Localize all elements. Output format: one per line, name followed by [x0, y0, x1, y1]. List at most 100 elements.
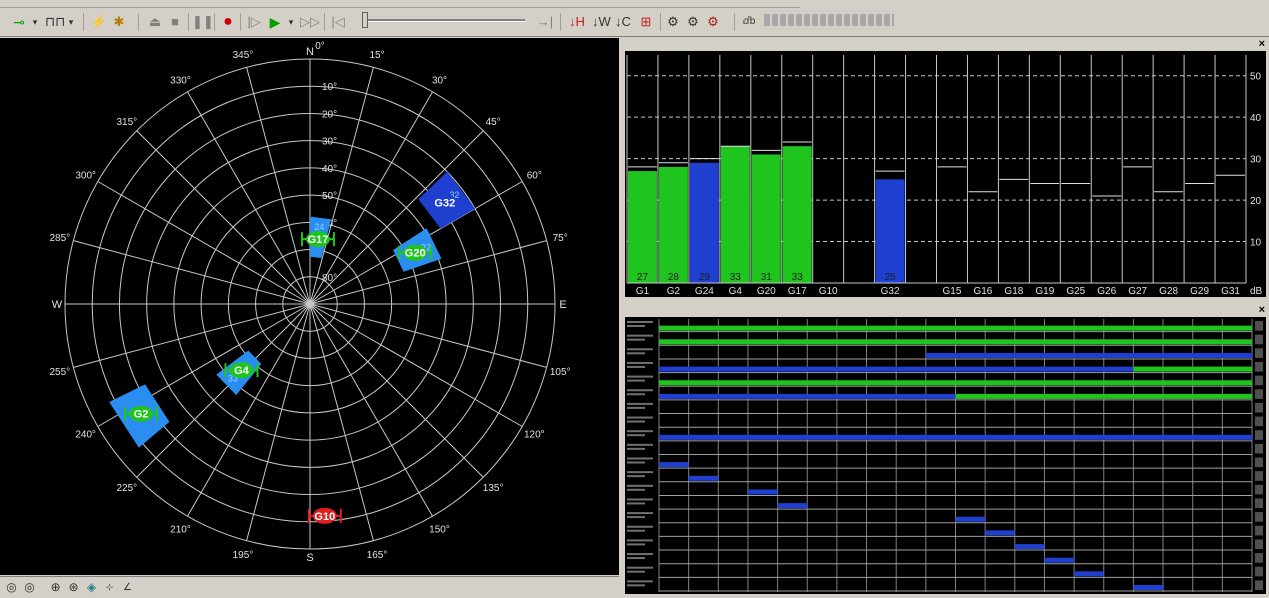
time-icon[interactable]: ↓C — [614, 12, 632, 32]
track-row-marker — [1255, 484, 1263, 495]
snr-satellite-label: G31 — [1221, 286, 1240, 297]
satellite-icon[interactable]: ◈ — [84, 580, 99, 595]
signal-dropdown-icon[interactable]: ▾ — [30, 12, 40, 32]
toolbar-separator — [240, 13, 241, 31]
track-segment — [1133, 366, 1252, 372]
waveform-dropdown-icon[interactable]: ▾ — [66, 12, 76, 32]
gear-icon[interactable]: ⚙ — [664, 12, 682, 32]
record-icon[interactable]: ● — [219, 12, 237, 32]
view-circle-icon[interactable]: ◎ — [22, 580, 37, 595]
width-icon[interactable]: ↓W — [592, 12, 611, 32]
snr-y-tick: 20 — [1250, 196, 1262, 207]
play-icon[interactable]: ▶ — [266, 12, 284, 32]
satellite-G10: G10 — [307, 507, 342, 524]
azimuth-label: 195° — [233, 550, 254, 561]
heading-icon[interactable]: ↓H — [568, 12, 586, 32]
snr-chart: 27 G1 28 G2 29 G24 33 G4 31 G20 33 G17 G10 25 G32 G15 G1… — [626, 55, 1263, 297]
snr-value-label: 25 — [885, 272, 897, 283]
wand-icon[interactable]: ⚡ — [90, 12, 108, 32]
clear-icon[interactable]: ✱ — [110, 12, 128, 32]
angle-icon[interactable]: ∠ — [120, 580, 135, 595]
snr-value-label: 33 — [792, 272, 804, 283]
end-icon[interactable]: →| — [536, 12, 554, 32]
track-row-marker — [1255, 566, 1263, 577]
playback-slider[interactable] — [362, 19, 525, 22]
snr-satellite-label: G26 — [1097, 286, 1116, 297]
gear-2-icon[interactable]: ⚙ — [684, 12, 702, 32]
cardinal-w-label: W — [52, 299, 63, 311]
track-row-marker — [1255, 525, 1263, 536]
snr-bar — [658, 166, 688, 283]
view-rings-icon[interactable]: ◎ — [4, 580, 19, 595]
direction-icon[interactable]: ⊹ — [102, 580, 117, 595]
track-row-marker — [1255, 457, 1263, 468]
azimuth-spoke — [136, 130, 311, 305]
track-row-label — [627, 321, 653, 323]
top-toolbar-strip — [0, 0, 800, 8]
azimuth-label: 240° — [75, 430, 96, 441]
snr-satellite-label: G18 — [1004, 286, 1023, 297]
status-icon[interactable]: ⅆb — [740, 12, 758, 32]
tracking-chart — [627, 319, 1263, 592]
track-row-label — [627, 443, 653, 446]
azimuth-label: 60° — [527, 171, 542, 182]
track-row-label — [627, 416, 653, 419]
close-icon[interactable]: × — [1259, 38, 1265, 50]
compass-icon[interactable]: ⊛ — [66, 580, 81, 595]
track-segment — [1133, 585, 1164, 590]
close-icon[interactable]: × — [1259, 304, 1265, 316]
track-row-label — [627, 393, 645, 396]
toolbar-separator — [214, 13, 215, 31]
toolbar-separator — [660, 13, 661, 31]
track-segment — [659, 366, 1134, 372]
plot-icon[interactable]: ⊞ — [636, 12, 656, 32]
track-row-marker — [1255, 430, 1263, 440]
satellite-G32: 32G32 — [418, 171, 476, 229]
stop-icon[interactable]: ■ — [166, 12, 184, 32]
rewind-start-icon[interactable]: |◁ — [330, 12, 346, 32]
playback-slider-thumb[interactable] — [362, 12, 368, 28]
snr-bar — [689, 162, 719, 283]
track-row-marker — [1255, 498, 1263, 509]
track-segment — [659, 393, 956, 399]
satellite-G4: 33G4 — [216, 350, 262, 396]
track-row-marker — [1255, 389, 1263, 399]
track-row-label — [627, 539, 653, 542]
toolbar-separator — [560, 13, 561, 31]
step-icon[interactable]: |▷ — [246, 12, 262, 32]
azimuth-label: 345° — [233, 50, 254, 61]
azimuth-spoke — [73, 240, 311, 305]
track-row-label — [627, 447, 645, 450]
eject-icon[interactable]: ⏏ — [146, 12, 164, 32]
main-toolbar: ⊸ ▾ ⊓⊓ ▾ ⚡ ✱ ⏏ ■ ❚❚ ● |▷ ▶ ▾ ▷▷ |◁ →| ↓H… — [0, 8, 1269, 37]
snr-satellite-label: G10 — [819, 286, 838, 297]
waveform-icon[interactable]: ⊓⊓ — [45, 12, 65, 32]
status-led-strip — [764, 14, 894, 26]
snr-satellite-label: G19 — [1035, 286, 1054, 297]
track-segment — [659, 434, 1252, 440]
track-row-label — [627, 498, 653, 501]
snr-satellite-label: G1 — [636, 286, 650, 297]
satellite-G20: 32G20 — [393, 228, 442, 272]
gear-3-icon[interactable]: ⚙ — [704, 12, 722, 32]
azimuth-label: 0° — [315, 41, 325, 52]
snr-panel: 27 G1 28 G2 29 G24 33 G4 31 G20 33 G17 G10 25 G32 G15 G1… — [625, 51, 1266, 297]
elevation-label: 50° — [322, 191, 337, 202]
azimuth-label: 45° — [486, 117, 501, 128]
track-row-label — [627, 566, 653, 569]
track-row-label — [627, 516, 645, 519]
track-row-label — [627, 375, 653, 378]
snr-satellite-label: G4 — [729, 286, 743, 297]
pause-icon[interactable]: ❚❚ — [192, 12, 214, 32]
track-segment — [659, 325, 1252, 331]
track-row-marker — [1255, 375, 1263, 386]
track-segment — [1074, 571, 1104, 577]
track-row-label — [627, 525, 653, 528]
globe-icon[interactable]: ⊕ — [48, 580, 63, 595]
track-segment — [925, 352, 1252, 358]
fast-forward-icon[interactable]: ▷▷ — [300, 12, 320, 32]
azimuth-label: 255° — [49, 367, 70, 378]
track-row-label — [627, 484, 653, 487]
signal-icon[interactable]: ⊸ — [8, 12, 30, 32]
play-dropdown-icon[interactable]: ▾ — [286, 12, 296, 32]
